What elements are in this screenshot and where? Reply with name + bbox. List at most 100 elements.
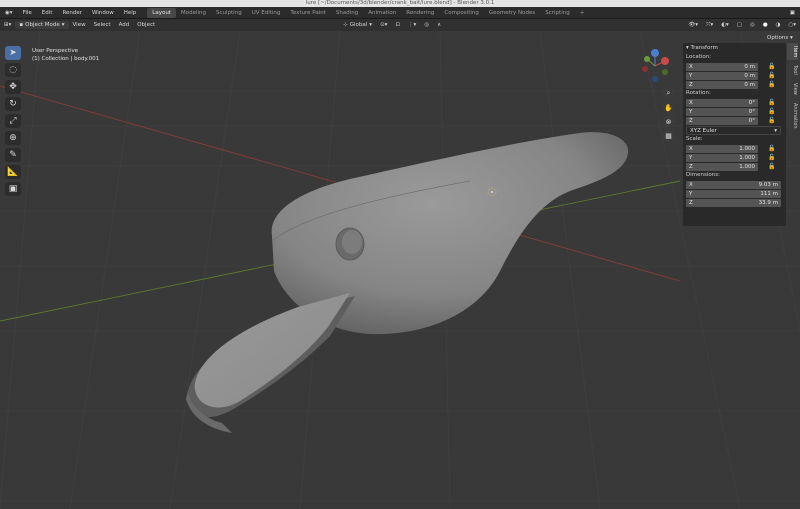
- select-box-icon[interactable]: ➤: [5, 46, 21, 60]
- lock-icon[interactable]: 🔓: [768, 108, 775, 115]
- menu-object[interactable]: Object: [133, 22, 159, 28]
- tab-modeling[interactable]: Modeling: [176, 8, 211, 18]
- object-mode-icon: ▪: [19, 22, 24, 28]
- add-cube-icon[interactable]: ▣: [5, 182, 21, 196]
- options-label: Options: [767, 34, 789, 41]
- lock-icon[interactable]: 🔓: [768, 154, 775, 161]
- menu-edit[interactable]: Edit: [37, 10, 58, 16]
- snap-icon[interactable]: ⊡: [391, 22, 404, 28]
- overlay-icon[interactable]: ◐▾: [717, 22, 733, 28]
- tab-layout[interactable]: Layout: [147, 7, 176, 18]
- transform-header[interactable]: ▾ Transform: [683, 43, 786, 53]
- add-workspace-icon[interactable]: +: [575, 8, 590, 18]
- shading-wireframe-icon[interactable]: ◎: [746, 22, 759, 28]
- tab-rendering[interactable]: Rendering: [401, 8, 439, 18]
- ortho-toggle-icon[interactable]: ▦: [662, 129, 675, 142]
- tab-item[interactable]: Item: [787, 43, 798, 61]
- dimensions-z-field[interactable]: Z 33.9 m: [686, 198, 781, 207]
- lock-icon[interactable]: 🔓: [768, 145, 775, 152]
- pan-hand-icon[interactable]: ✋: [662, 101, 675, 114]
- window-title: lure [~/Documents/3d/blender/crank_bait/…: [0, 0, 800, 7]
- gizmo-icon[interactable]: ⤧▾: [702, 22, 717, 29]
- xray-icon[interactable]: ▢: [733, 22, 746, 28]
- lock-icon[interactable]: 🔓: [768, 99, 775, 106]
- menu-window[interactable]: Window: [87, 10, 119, 16]
- tab-tool[interactable]: Tool: [787, 62, 798, 79]
- tab-sculpting[interactable]: Sculpting: [211, 8, 247, 18]
- scale-y-row: Y 1.000 🔓: [683, 153, 786, 162]
- dimensions-y-row: Y 111 m: [683, 189, 786, 198]
- viewport-canvas[interactable]: [0, 31, 800, 509]
- blender-logo-icon[interactable]: ◉▾: [0, 10, 18, 16]
- rotation-x-row: X 0° 🔓: [683, 98, 786, 107]
- proportional-edit-icon[interactable]: ◎: [420, 22, 433, 28]
- location-x-field[interactable]: X0 m: [686, 62, 758, 71]
- transform-icon[interactable]: ⊕: [5, 131, 21, 145]
- tab-scripting[interactable]: Scripting: [540, 8, 574, 18]
- rotation-mode-row: XYZ Euler ▾: [683, 126, 786, 135]
- rotate-icon[interactable]: ↻: [5, 97, 21, 111]
- viewport-header: ⊞▾ ▪ Object Mode ▾ View Select Add Objec…: [0, 19, 800, 31]
- scene-selector-icon[interactable]: ▣: [785, 10, 800, 16]
- dimensions-x-field[interactable]: X 9.03 m: [686, 180, 781, 189]
- tab-uv-editing[interactable]: UV Editing: [247, 8, 286, 18]
- 3d-viewport[interactable]: [0, 31, 800, 509]
- rotation-z-field[interactable]: Z 0°: [686, 116, 758, 125]
- zoom-icon[interactable]: ⌕: [662, 87, 675, 100]
- tab-view[interactable]: View: [787, 80, 798, 98]
- scale-z-field[interactable]: Z 1.000: [686, 162, 758, 171]
- rotation-x-field[interactable]: X 0°: [686, 98, 758, 107]
- scale-x-row: X 1.000 🔓: [683, 144, 786, 153]
- cursor-icon[interactable]: ◌: [5, 63, 21, 77]
- location-z-row: Z0 m 🔓: [683, 80, 786, 89]
- orientation-selector[interactable]: ⊹ Global ▾: [339, 22, 376, 28]
- shading-material-icon[interactable]: ◑: [772, 22, 785, 28]
- chevron-down-icon: ▾: [61, 22, 65, 28]
- pivot-icon[interactable]: ⊙▾: [376, 22, 391, 28]
- rotation-mode-select[interactable]: XYZ Euler ▾: [686, 126, 781, 135]
- tab-animation[interactable]: Animation: [363, 8, 401, 18]
- falloff-icon[interactable]: ∧: [433, 22, 445, 28]
- active-object-label: (1) Collection | body.001: [32, 56, 100, 62]
- lock-icon[interactable]: 🔓: [768, 72, 775, 79]
- measure-icon[interactable]: 📐: [5, 165, 21, 179]
- lock-icon[interactable]: 🔓: [768, 163, 775, 170]
- editor-type-icon[interactable]: ⊞▾: [0, 22, 15, 28]
- rotation-y-field[interactable]: Y 0°: [686, 107, 758, 116]
- dimensions-y-field[interactable]: Y 111 m: [686, 189, 781, 198]
- menu-render[interactable]: Render: [57, 10, 87, 16]
- menu-file[interactable]: File: [18, 10, 37, 16]
- tab-compositing[interactable]: Compositing: [439, 8, 483, 18]
- lock-icon[interactable]: 🔓: [768, 117, 775, 124]
- location-z-field[interactable]: Z0 m: [686, 80, 758, 89]
- annotate-icon[interactable]: ✎: [5, 148, 21, 162]
- menu-add[interactable]: Add: [115, 22, 134, 28]
- scale-y-field[interactable]: Y 1.000: [686, 153, 758, 162]
- tab-geometry-nodes[interactable]: Geometry Nodes: [484, 8, 540, 18]
- chevron-down-icon: ▾: [369, 22, 373, 28]
- mode-selector[interactable]: ▪ Object Mode ▾: [15, 21, 69, 29]
- chevron-down-icon: ▾: [774, 127, 777, 134]
- tab-shading[interactable]: Shading: [331, 8, 363, 18]
- scale-z-row: Z 1.000 🔓: [683, 162, 786, 171]
- lock-icon[interactable]: 🔓: [768, 81, 775, 88]
- menu-view[interactable]: View: [69, 22, 90, 28]
- location-y-field[interactable]: Y0 m: [686, 71, 758, 80]
- camera-view-icon[interactable]: ⊗: [662, 115, 675, 128]
- location-y-row: Y0 m 🔓: [683, 71, 786, 80]
- scale-icon[interactable]: ⤢: [5, 114, 21, 128]
- tab-texture-paint[interactable]: Texture Paint: [285, 8, 331, 18]
- dimensions-x-row: X 9.03 m: [683, 180, 786, 189]
- menu-help[interactable]: Help: [119, 10, 142, 16]
- lock-icon[interactable]: 🔓: [768, 63, 775, 70]
- scale-x-field[interactable]: X 1.000: [686, 144, 758, 153]
- move-icon[interactable]: ✥: [5, 80, 21, 94]
- visibility-icon[interactable]: 👁▾: [684, 22, 702, 28]
- options-dropdown[interactable]: Options ▾: [764, 33, 796, 42]
- snap-target-icon[interactable]: ⋮▾: [404, 22, 420, 28]
- shading-solid-icon[interactable]: ●: [759, 22, 772, 28]
- toolbar: ➤ ◌ ✥ ↻ ⤢ ⊕ ✎ 📐 ▣: [5, 46, 23, 196]
- menu-select[interactable]: Select: [90, 22, 115, 28]
- tab-animation-sidebar[interactable]: Animation: [787, 99, 798, 132]
- shading-rendered-icon[interactable]: ○▾: [784, 22, 800, 28]
